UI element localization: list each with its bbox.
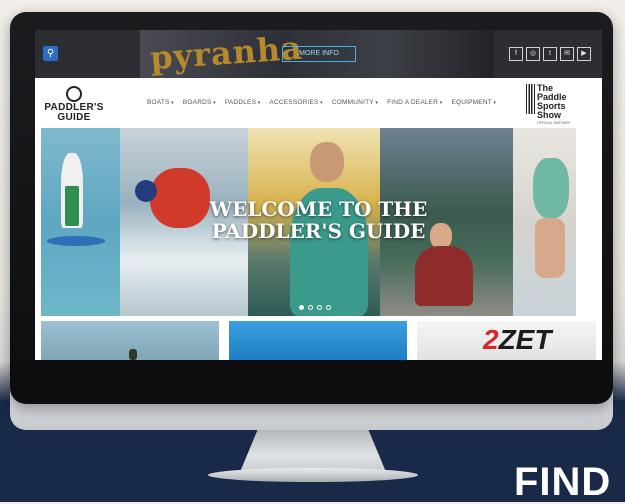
slider-dot-4[interactable] [326, 305, 331, 310]
twitter-icon[interactable]: t [543, 47, 557, 61]
nav-item-find-a-dealer[interactable]: FIND A DEALER [387, 99, 442, 106]
slider-dot-1[interactable] [299, 305, 304, 310]
nav-item-accessories[interactable]: ACCESSORIES [269, 99, 322, 106]
feature-card-3[interactable]: 2ZET [417, 321, 596, 360]
monitor-stand-foot [208, 468, 418, 482]
slider-dot-3[interactable] [317, 305, 322, 310]
nav-item-boats[interactable]: BOATS [147, 99, 174, 106]
nav-item-boards[interactable]: BOARDS [183, 99, 216, 106]
facebook-icon[interactable]: f [509, 47, 523, 61]
monitor-stand-neck [240, 430, 386, 472]
show-logo-sub: OFFICIAL PARTNER [537, 121, 570, 125]
social-links: f ◎ t ✉ ▶ [509, 47, 591, 61]
instagram-icon[interactable]: ◎ [526, 47, 540, 61]
feature-cards: 2ZET [41, 321, 596, 360]
nav-item-paddles[interactable]: PADDLES [225, 99, 261, 106]
top-bar: ⚲ pyranha MORE INFO f ◎ t ✉ ▶ [35, 30, 602, 78]
email-icon[interactable]: ✉ [560, 47, 574, 61]
logo-mark-icon [66, 86, 82, 102]
feature-card-1[interactable] [41, 321, 219, 360]
ad-brand-text: pyranha [148, 30, 304, 78]
main-navigation: PADDLER'S GUIDE BOATS BOARDS PADDLES ACC… [35, 78, 602, 128]
slider-dot-2[interactable] [308, 305, 313, 310]
nav-item-community[interactable]: COMMUNITY [332, 99, 378, 106]
paddle-sports-show-logo[interactable]: The Paddle Sports Show OFFICIAL PARTNER [526, 84, 576, 125]
hero-title-line2: PADDLER'S GUIDE [211, 219, 426, 243]
hero-title-line1: WELCOME TO THE [209, 197, 428, 221]
search-icon[interactable]: ⚲ [43, 46, 58, 61]
nav-menu: BOATS BOARDS PADDLES ACCESSORIES COMMUNI… [147, 99, 496, 106]
logo-line2: GUIDE [57, 112, 91, 123]
nav-item-equipment[interactable]: EQUIPMENT [451, 99, 496, 106]
paddlers-guide-logo[interactable]: PADDLER'S GUIDE [39, 86, 109, 123]
feature-card-2[interactable] [229, 321, 407, 360]
find-headline: FIND [514, 460, 612, 504]
more-info-button[interactable]: MORE INFO [282, 46, 356, 62]
ad-banner[interactable]: pyranha MORE INFO [140, 30, 494, 78]
zet-logo: 2ZET [483, 324, 552, 355]
hero-slider[interactable]: WELCOME TO THE PADDLER'S GUIDE [41, 128, 596, 316]
show-logo-bars-icon [526, 84, 535, 114]
youtube-icon[interactable]: ▶ [577, 47, 591, 61]
hero-title: WELCOME TO THE PADDLER'S GUIDE [41, 198, 596, 242]
website-screen: ⚲ pyranha MORE INFO f ◎ t ✉ ▶ PADDLER'S … [35, 30, 602, 360]
slider-dots [299, 305, 331, 310]
